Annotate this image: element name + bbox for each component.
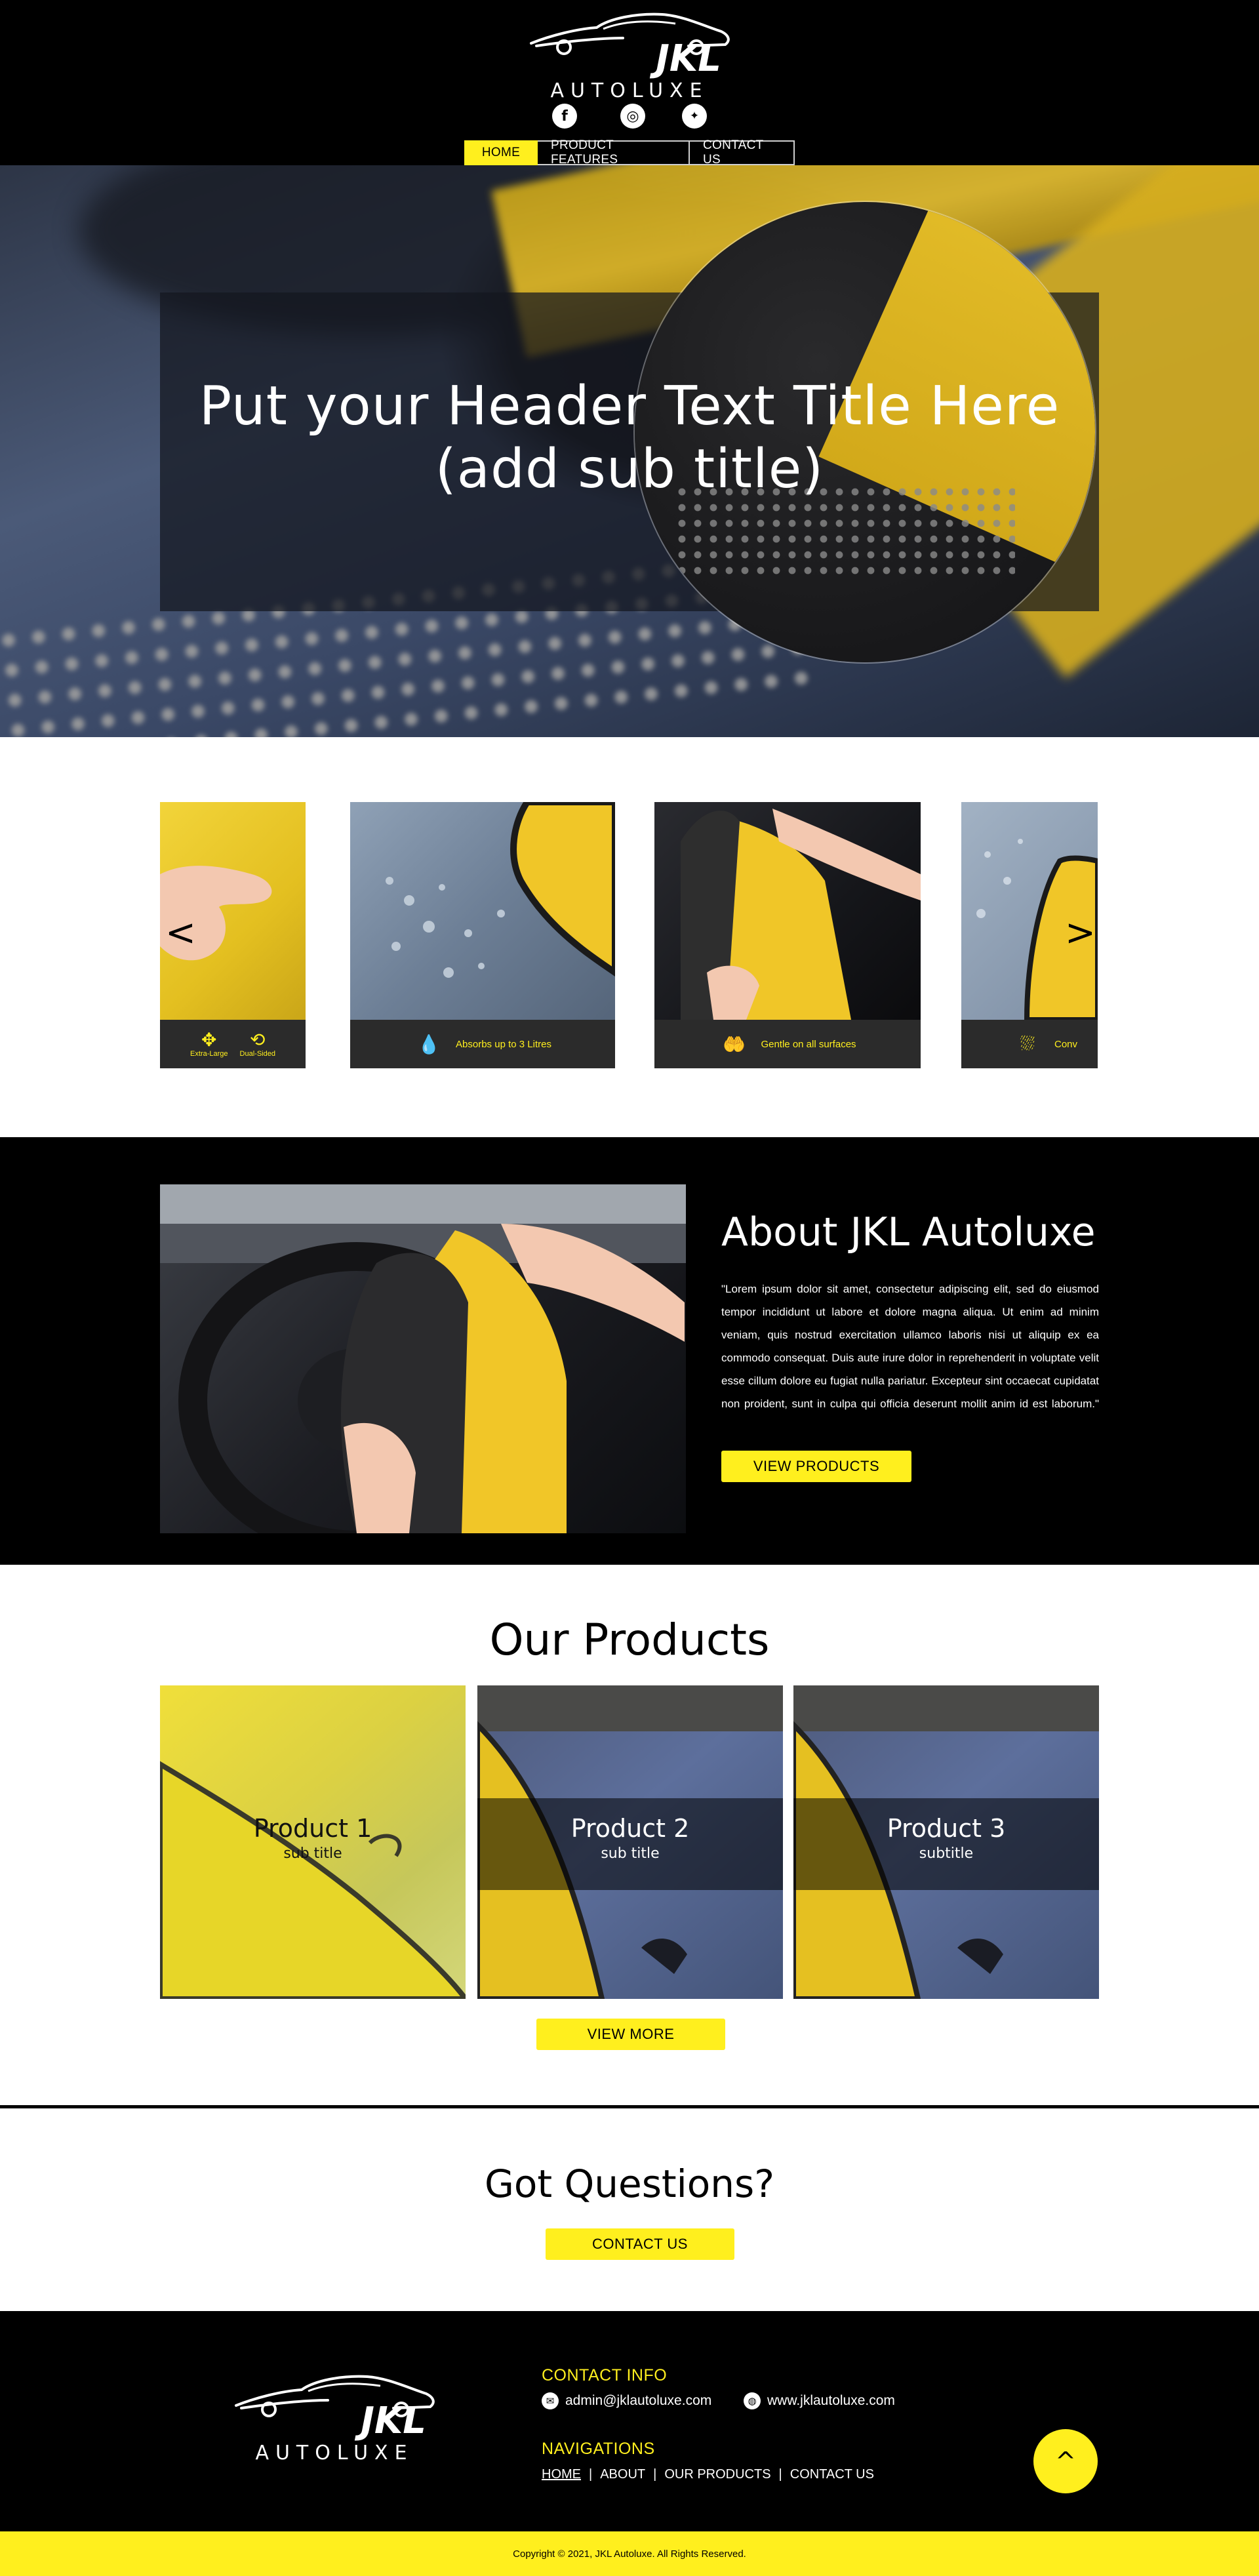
logo-main-text: JKL <box>354 2400 426 2442</box>
slide-caption-text: Absorbs up to 3 Litres <box>456 1038 551 1050</box>
instagram-glyph: ◎ <box>626 108 639 125</box>
feature-dual-sided: ⟲ Dual-Sided <box>239 1029 275 1058</box>
copyright-bar: Copyright © 2021, JKL Autoluxe. All Righ… <box>0 2531 1259 2576</box>
towel-hand-illustration <box>681 809 921 1020</box>
slide-image <box>961 802 1098 1022</box>
hero-subtitle: (add sub title) <box>435 438 824 500</box>
site-header: JKL AUTOLUXE f ◎ ✦ HOME PRODUCT FEATURES… <box>0 0 1259 167</box>
product-subtitle: sub title <box>283 1845 342 1862</box>
logo-sub-text: AUTOLUXE <box>550 79 708 101</box>
repeat-arrows-icon: ⟲ <box>250 1029 266 1051</box>
slide-caption-text: Conv <box>1054 1038 1078 1050</box>
about-image <box>160 1184 686 1533</box>
twitter-glyph: ✦ <box>689 110 700 123</box>
carousel-slide[interactable]: 💧 Absorbs up to 3 Litres <box>350 802 615 1068</box>
nav-home[interactable]: HOME <box>464 140 538 165</box>
expand-arrows-icon: ✥ <box>201 1029 217 1051</box>
features-carousel: ✥ Extra-Large ⟲ Dual-Sided 💧 Absorbs up to… <box>0 737 1259 1137</box>
carousel-slide[interactable]: 🤲 Gentle on all surfaces <box>654 802 921 1068</box>
product-subtitle: subtitle <box>919 1845 974 1862</box>
hero-title-line1: Put your Header Text Title Here <box>199 375 1060 437</box>
slide-caption: ⛆ Conv <box>961 1020 1098 1068</box>
nav-contact-us[interactable]: CONTACT US <box>690 138 795 167</box>
products-title: Our Products <box>489 1615 770 1665</box>
footer-nav-about[interactable]: ABOUT <box>600 2467 645 2482</box>
hand-leaf-icon: 🤲 <box>723 1033 746 1055</box>
feature-extra-large: ✥ Extra-Large <box>190 1029 228 1058</box>
footer-nav-home[interactable]: HOME <box>542 2467 581 2482</box>
brand-logo[interactable]: JKL AUTOLUXE <box>525 9 734 101</box>
water-droplets-illustration <box>386 802 615 978</box>
twitter-icon[interactable]: ✦ <box>682 104 707 129</box>
product-title: Product 2 <box>570 1814 690 1843</box>
footer-nav-separator: | <box>589 2467 593 2482</box>
product-card[interactable]: Product 3 subtitle <box>793 1685 1099 1999</box>
products-section: Our Products Product 1 sub title Product… <box>0 1565 1259 2106</box>
water-droplets-illustration <box>976 839 1098 1022</box>
carousel-prev-button[interactable]: < <box>165 912 196 954</box>
copyright-text: Copyright © 2021, JKL Autoluxe. All Righ… <box>513 2548 746 2560</box>
email-icon: ✉ <box>542 2392 559 2409</box>
logo-sub-text: AUTOLUXE <box>255 2442 413 2463</box>
footer-nav: HOME | ABOUT | OUR PRODUCTS | CONTACT US <box>542 2467 874 2482</box>
product-card[interactable]: Product 1 sub title <box>160 1685 466 1999</box>
slide-caption: 🤲 Gentle on all surfaces <box>654 1020 921 1068</box>
steering-wheel-illustration <box>160 1184 686 1533</box>
product-title-band <box>477 1798 783 1890</box>
footer-nav-contact-us[interactable]: CONTACT US <box>790 2467 874 2482</box>
hand-illustration <box>160 866 272 961</box>
droplets-icon: ⛆ <box>1020 1033 1035 1055</box>
about-title: About JKL Autoluxe <box>721 1209 1096 1255</box>
main-nav: HOME PRODUCT FEATURES CONTACT US <box>464 138 795 167</box>
product-title: Product 3 <box>887 1814 1006 1843</box>
product-subtitle: sub title <box>601 1845 660 1862</box>
hero-title: Put your Header Text Title Here (add sub… <box>160 375 1099 501</box>
footer-logo[interactable]: JKL AUTOLUXE <box>230 2371 439 2463</box>
instagram-icon[interactable]: ◎ <box>620 104 645 129</box>
about-text: "Lorem ipsum dolor sit amet, consectetur… <box>721 1283 1099 1410</box>
back-to-top-button[interactable]: ^ <box>1033 2429 1098 2493</box>
questions-title: Got Questions? <box>484 2162 775 2206</box>
water-drop-icon: 💧 <box>417 1033 441 1055</box>
contact-us-button[interactable]: CONTACT US <box>546 2228 734 2260</box>
product-title: Product 1 <box>253 1814 372 1843</box>
slide-caption: 💧 Absorbs up to 3 Litres <box>350 1020 615 1068</box>
product-card[interactable]: Product 2 sub title <box>477 1685 783 1999</box>
view-products-button[interactable]: VIEW PRODUCTS <box>721 1451 911 1482</box>
site-footer: JKL AUTOLUXE CONTACT INFO ✉ admin@jklaut… <box>0 2311 1259 2531</box>
section-divider <box>0 2105 1259 2108</box>
contact-info-heading: CONTACT INFO <box>542 2366 668 2385</box>
slide-caption-text: Gentle on all surfaces <box>761 1038 856 1050</box>
footer-email[interactable]: ✉ admin@jklautoluxe.com <box>542 2392 711 2409</box>
slide-caption: ✥ Extra-Large ⟲ Dual-Sided <box>160 1020 306 1068</box>
view-more-button[interactable]: VIEW MORE <box>536 2019 725 2050</box>
navigations-heading: NAVIGATIONS <box>542 2440 655 2458</box>
slide-image <box>654 802 921 1020</box>
footer-nav-our-products[interactable]: OUR PRODUCTS <box>664 2467 770 2482</box>
footer-nav-separator: | <box>778 2467 782 2482</box>
slide-image <box>160 802 306 1020</box>
facebook-icon[interactable]: f <box>552 104 577 129</box>
logo-main-text: JKL <box>649 37 721 80</box>
product-title-band <box>793 1798 1099 1890</box>
chevron-up-icon: ^ <box>1055 2447 1076 2476</box>
footer-email-text: admin@jklautoluxe.com <box>565 2393 712 2408</box>
footer-website-text: www.jklautoluxe.com <box>767 2393 895 2408</box>
nav-product-features[interactable]: PRODUCT FEATURES <box>538 138 690 167</box>
about-section: About JKL Autoluxe "Lorem ipsum dolor si… <box>0 1137 1259 1565</box>
slide-image <box>350 802 615 1020</box>
footer-website[interactable]: ◍ www.jklautoluxe.com <box>744 2392 895 2409</box>
carousel-next-button[interactable]: > <box>1065 912 1096 954</box>
footer-nav-separator: | <box>653 2467 657 2482</box>
facebook-glyph: f <box>561 108 568 125</box>
globe-icon: ◍ <box>744 2392 761 2409</box>
